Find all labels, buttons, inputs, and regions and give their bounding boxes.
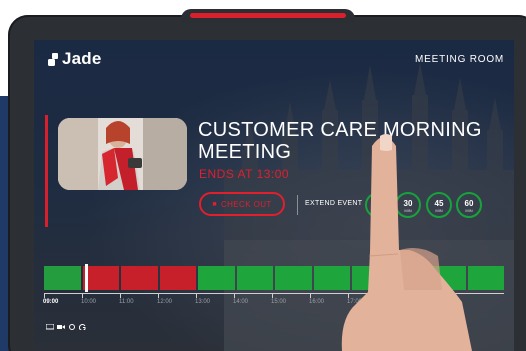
stage: Jade MEETING ROOM CUSTOMER CARE MORNING … — [0, 0, 526, 351]
pointing-hand — [341, 134, 472, 351]
